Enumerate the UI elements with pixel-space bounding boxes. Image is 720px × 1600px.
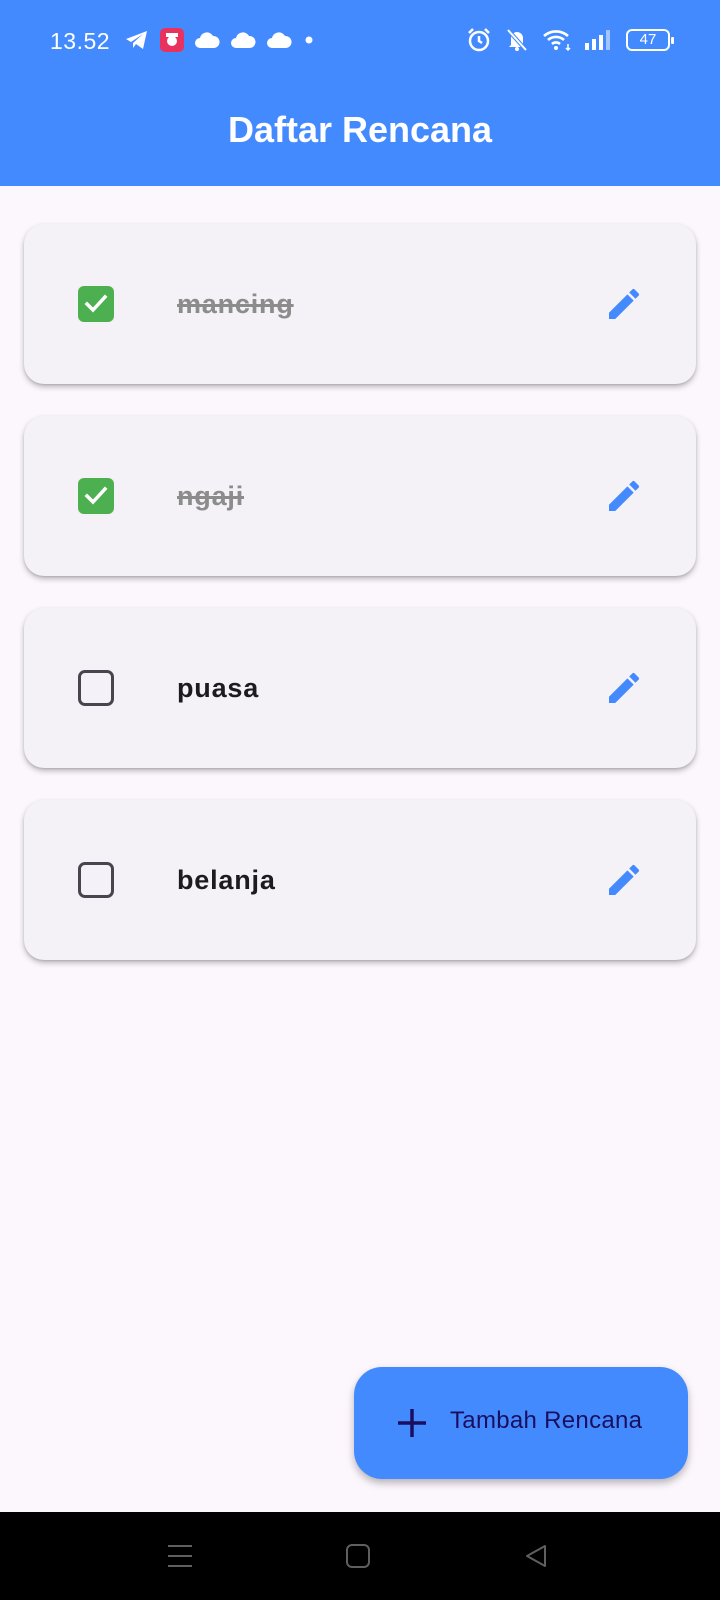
plan-label: belanja	[177, 865, 276, 895]
plan-list: mancing ngaji puasa belanja	[24, 224, 696, 992]
plan-card: mancing	[24, 224, 696, 384]
plan-card: puasa	[24, 608, 696, 768]
home-icon	[346, 1544, 370, 1568]
cloud-icon	[231, 32, 256, 48]
plus-icon	[398, 1409, 426, 1437]
pencil-icon	[609, 672, 640, 703]
status-right-icons: 47	[466, 27, 674, 53]
app-notification-icon	[160, 28, 184, 52]
plan-card: ngaji	[24, 416, 696, 576]
system-nav-bar	[0, 1512, 720, 1600]
alarm-icon	[468, 28, 490, 52]
add-plan-button[interactable]: Tambah Rencana	[354, 1367, 688, 1479]
bell-muted-icon	[506, 28, 528, 52]
checkbox-checked[interactable]	[78, 286, 114, 322]
checkbox-unchecked[interactable]	[78, 670, 114, 706]
cloud-icon	[267, 32, 292, 48]
plan-label: mancing	[177, 289, 294, 319]
menu-icon	[168, 1545, 192, 1567]
wifi-icon	[543, 30, 571, 52]
edit-plan-button[interactable]	[602, 282, 646, 326]
plan-label: ngaji	[177, 481, 245, 511]
check-icon	[84, 294, 108, 313]
app-bar: Daftar Rencana	[0, 84, 720, 186]
pencil-icon	[609, 480, 640, 511]
battery-icon: 47	[626, 29, 674, 51]
page-title: Daftar Rencana	[227, 109, 493, 150]
checkbox-unchecked[interactable]	[78, 862, 114, 898]
nav-back-button[interactable]	[518, 1540, 554, 1572]
check-icon	[84, 486, 108, 505]
checkbox-checked[interactable]	[78, 478, 114, 514]
dot-icon	[305, 36, 313, 44]
nav-menu-button[interactable]	[162, 1540, 198, 1572]
status-time: 13.52	[50, 28, 111, 54]
telegram-icon	[126, 31, 147, 49]
nav-home-button[interactable]	[340, 1540, 376, 1572]
pencil-icon	[609, 864, 640, 895]
edit-plan-button[interactable]	[602, 858, 646, 902]
edit-plan-button[interactable]	[602, 666, 646, 710]
add-plan-label: Tambah Rencana	[450, 1407, 643, 1434]
back-icon	[526, 1545, 546, 1567]
pencil-icon	[609, 288, 640, 319]
plan-card: belanja	[24, 800, 696, 960]
cloud-icon	[195, 32, 220, 48]
status-bar: 13.52 47	[0, 0, 720, 84]
signal-icon	[585, 30, 610, 50]
edit-plan-button[interactable]	[602, 474, 646, 518]
status-left-icons	[124, 28, 316, 52]
plan-label: puasa	[177, 673, 260, 703]
